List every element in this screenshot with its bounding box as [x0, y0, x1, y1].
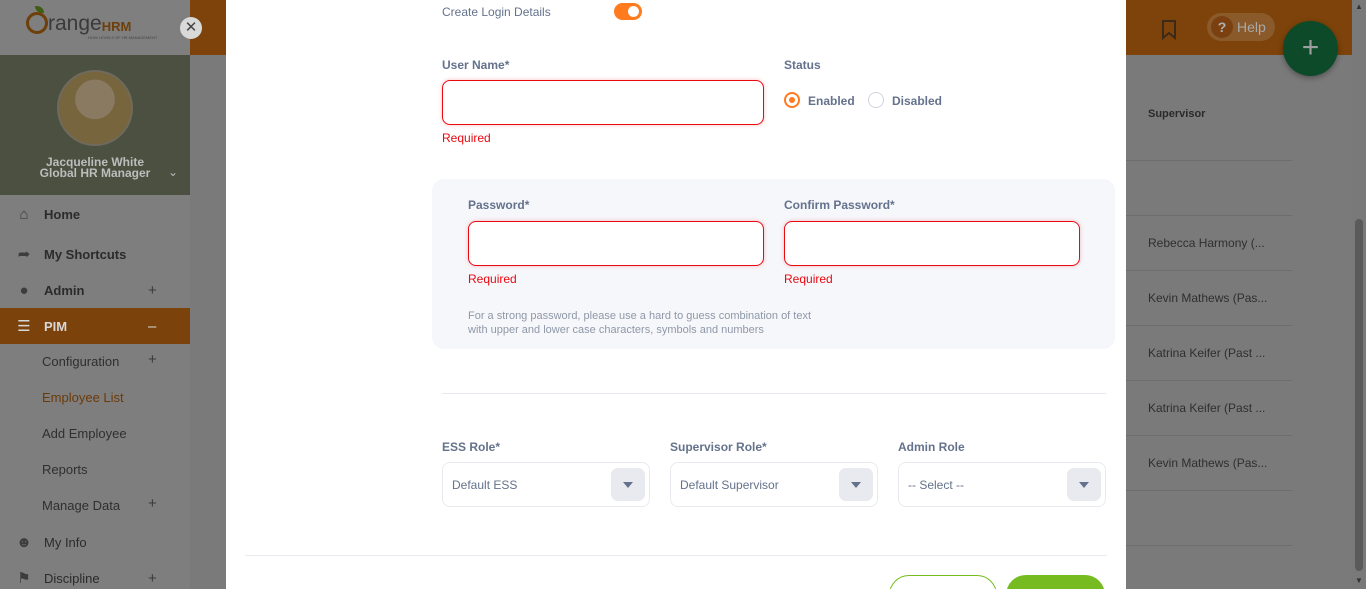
nav-discipline-label: Discipline — [44, 570, 100, 586]
id-card-icon: ☰ — [17, 318, 31, 335]
table-row-divider — [1126, 270, 1292, 271]
add-employee-login-modal: Create Login Details User Name* Required… — [226, 0, 1126, 589]
nav-pim[interactable]: ☰ PIM – — [0, 308, 190, 344]
user-cog-icon: ● — [19, 281, 29, 299]
discipline-icon: ⚑ — [17, 570, 31, 587]
scrollbar-thumb[interactable] — [1355, 219, 1363, 571]
avatar — [57, 70, 133, 146]
caret-down-icon[interactable] — [611, 468, 645, 501]
confirm-password-input[interactable] — [784, 221, 1080, 266]
save-button[interactable]: Save — [1006, 575, 1105, 589]
ess-role-label: ESS Role* — [442, 440, 501, 454]
home-icon: ⌂ — [19, 205, 29, 223]
table-cell-supervisor: Rebecca Harmony (... — [1148, 236, 1265, 250]
nav-discipline[interactable]: ⚑ Discipline + — [0, 560, 190, 589]
confirm-password-error: Required — [784, 272, 833, 286]
caret-down-icon[interactable] — [839, 468, 873, 501]
admin-role-label: Admin Role — [898, 440, 965, 454]
confirm-password-label: Confirm Password* — [784, 198, 895, 212]
nav-configuration[interactable]: Configuration — [42, 354, 119, 369]
expand-plus-icon[interactable]: + — [148, 282, 157, 299]
orangehrm-logo: range HRM — [26, 6, 132, 35]
table-row-divider — [1126, 160, 1292, 161]
chevron-down-icon[interactable]: ⌄ — [168, 165, 178, 179]
nav-employee-list[interactable]: Employee List — [42, 390, 124, 405]
profile-title: Global HR Manager — [39, 166, 151, 180]
scroll-up-arrow-icon[interactable]: ▲ — [1355, 2, 1363, 11]
expand-plus-icon[interactable]: + — [148, 570, 157, 587]
table-row-divider — [1126, 325, 1292, 326]
share-arrow-icon: ➦ — [17, 246, 31, 263]
profile-card[interactable]: Jacqueline White Global HR Manager ⌄ — [0, 55, 190, 195]
password-label: Password* — [468, 198, 530, 212]
supervisor-column-header: Supervisor — [1148, 108, 1206, 120]
nav-my-info-label: My Info — [44, 534, 87, 550]
table-cell-supervisor: Kevin Mathews (Pas... — [1148, 456, 1268, 470]
add-fab-button[interactable]: + — [1283, 21, 1338, 76]
ess-role-select[interactable]: Default ESS — [442, 462, 650, 507]
toggle-knob — [628, 6, 639, 17]
help-label: Help — [1237, 19, 1266, 35]
table-row-divider — [1126, 545, 1292, 546]
table-cell-supervisor: Katrina Keifer (Past ... — [1148, 401, 1266, 415]
nav-admin-label: Admin — [44, 282, 85, 298]
nav-my-info[interactable]: ☻ My Info — [0, 524, 190, 560]
nav-manage-data[interactable]: Manage Data — [42, 498, 120, 513]
status-disabled-label[interactable]: Disabled — [892, 94, 942, 108]
close-sidebar-icon[interactable]: ✕ — [180, 17, 202, 39]
table-row-divider — [1126, 215, 1292, 216]
scroll-down-arrow-icon[interactable]: ▼ — [1355, 576, 1363, 585]
supervisor-role-select[interactable]: Default Supervisor — [670, 462, 878, 507]
logo-area: range HRM HOW LEVELS OF HR MANAGEMENT — [0, 0, 190, 55]
table-cell-supervisor: Kevin Mathews (Pas... — [1148, 291, 1268, 305]
logo-tagline: HOW LEVELS OF HR MANAGEMENT — [88, 35, 158, 40]
footer-divider — [245, 555, 1107, 556]
table-row-divider — [1126, 435, 1292, 436]
table-row-divider — [1126, 380, 1292, 381]
sidebar: range HRM HOW LEVELS OF HR MANAGEMENT Jac… — [0, 0, 190, 589]
supervisor-role-label: Supervisor Role* — [670, 440, 767, 454]
section-divider — [442, 393, 1106, 394]
nav-shortcuts-label: My Shortcuts — [44, 246, 127, 262]
nav-my-shortcuts[interactable]: ➦ My Shortcuts — [0, 236, 190, 272]
help-button[interactable]: ? Help — [1207, 13, 1275, 41]
admin-role-select[interactable]: -- Select -- — [898, 462, 1106, 507]
table-row-divider — [1126, 490, 1292, 491]
nav-home[interactable]: ⌂ Home — [0, 196, 190, 232]
create-login-label: Create Login Details — [442, 5, 551, 19]
status-enabled-radio[interactable] — [784, 92, 800, 108]
logo-hrm: HRM — [101, 19, 132, 34]
nav-admin[interactable]: ● Admin + — [0, 272, 190, 308]
nav-home-label: Home — [44, 206, 81, 222]
nav-add-employee[interactable]: Add Employee — [42, 426, 127, 441]
username-input[interactable] — [442, 80, 764, 125]
nav-reports[interactable]: Reports — [42, 462, 88, 477]
user-circle-icon: ☻ — [16, 533, 32, 551]
password-hint: For a strong password, please use a hard… — [468, 309, 868, 337]
ess-role-value: Default ESS — [452, 478, 518, 492]
status-disabled-radio[interactable] — [868, 92, 884, 108]
collapse-minus-icon[interactable]: – — [148, 318, 156, 335]
caret-down-icon[interactable] — [1067, 468, 1101, 501]
bookmark-icon[interactable] — [1161, 20, 1177, 40]
supervisor-role-value: Default Supervisor — [680, 478, 779, 492]
logo-text: range — [48, 12, 102, 35]
admin-role-value: -- Select -- — [908, 478, 965, 492]
username-label: User Name* — [442, 58, 510, 72]
password-hint-line2: with upper and lower case characters, sy… — [468, 324, 764, 336]
username-error: Required — [442, 131, 491, 145]
cancel-button[interactable]: Cancel — [889, 575, 997, 589]
expand-plus-icon[interactable]: + — [148, 351, 157, 368]
help-icon: ? — [1211, 16, 1233, 38]
status-enabled-label[interactable]: Enabled — [808, 94, 855, 108]
password-error: Required — [468, 272, 517, 286]
create-login-toggle[interactable] — [614, 3, 642, 20]
status-label: Status — [784, 58, 821, 72]
password-hint-line1: For a strong password, please use a hard… — [468, 310, 812, 322]
password-input[interactable] — [468, 221, 764, 266]
nav-pim-label: PIM — [44, 318, 68, 334]
expand-plus-icon[interactable]: + — [148, 495, 157, 512]
table-cell-supervisor: Katrina Keifer (Past ... — [1148, 346, 1266, 360]
